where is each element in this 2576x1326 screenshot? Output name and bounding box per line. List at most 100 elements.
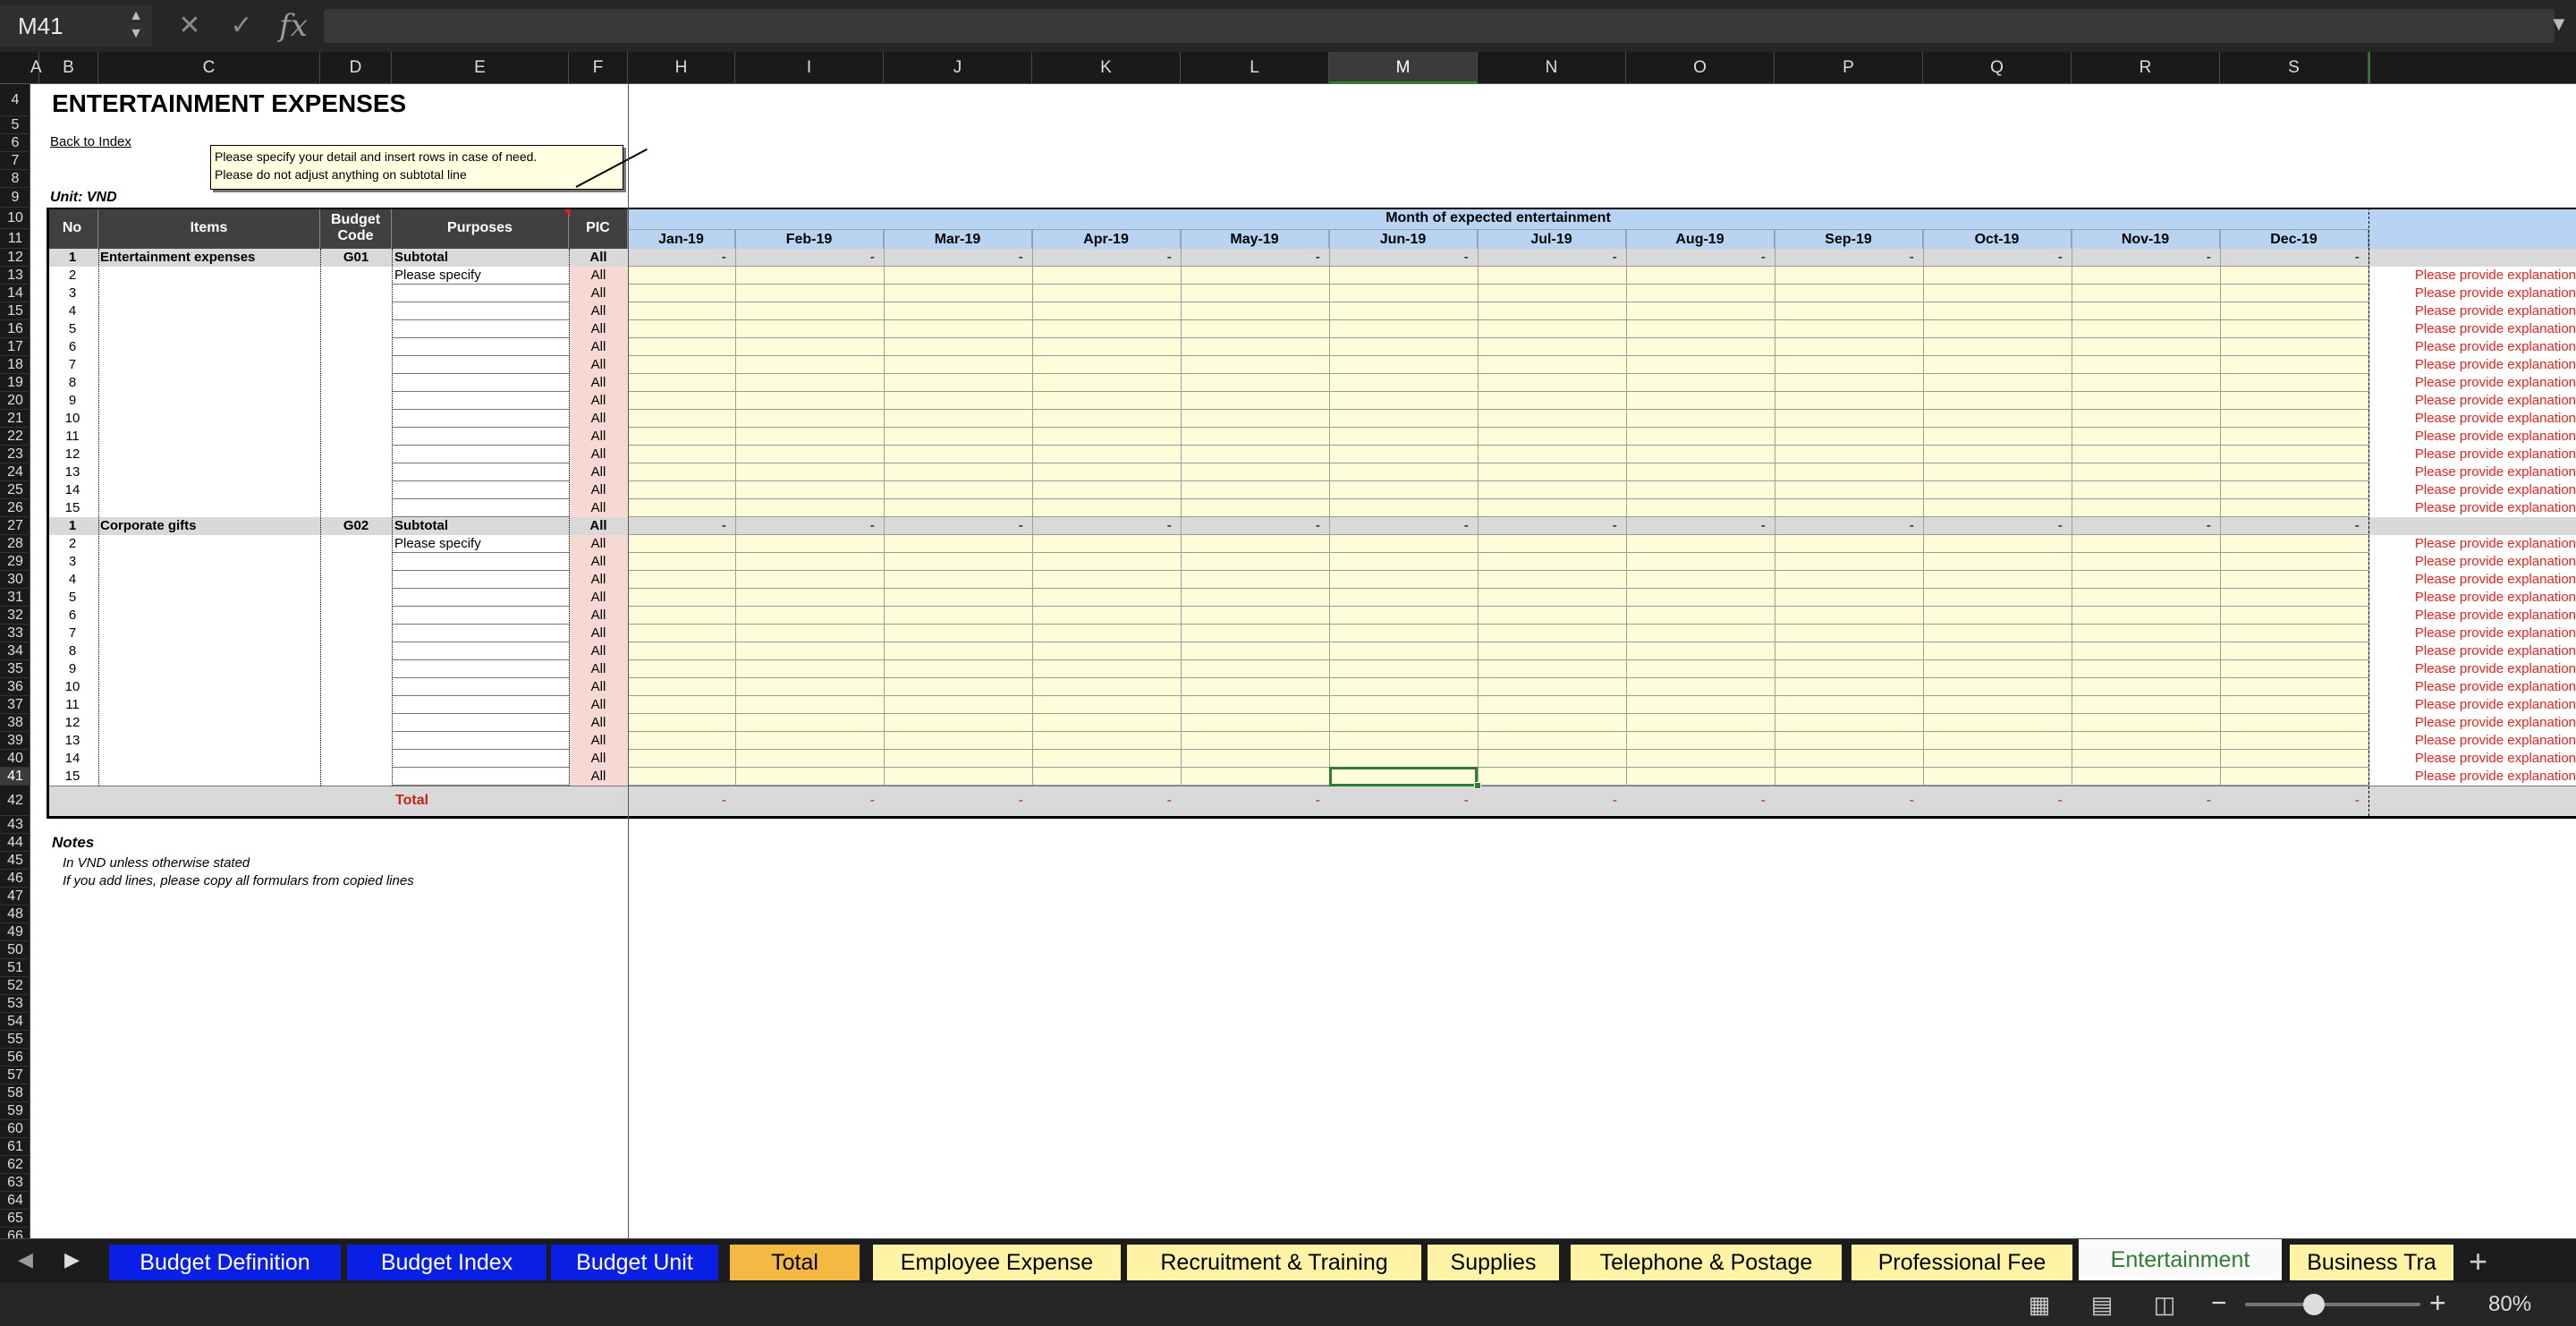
row-header-41[interactable]: 41	[0, 768, 30, 786]
pic-cell[interactable]: All	[569, 732, 628, 750]
pic-cell[interactable]: All	[569, 285, 628, 302]
row-header-51[interactable]: 51	[0, 959, 30, 977]
column-header-f[interactable]: F	[569, 52, 628, 84]
scroll-left-icon[interactable]: ◀	[18, 1248, 33, 1271]
pic-cell[interactable]: All	[569, 589, 628, 607]
row-header-15[interactable]: 15	[0, 302, 30, 320]
zoom-level[interactable]: 80%	[2488, 1292, 2531, 1317]
row-header-18[interactable]: 18	[0, 356, 30, 374]
pic-cell[interactable]: All	[569, 535, 628, 553]
pic-cell[interactable]: All	[569, 320, 628, 338]
row-header-42[interactable]: 42	[0, 786, 30, 816]
chevron-down-icon[interactable]: ▼	[2549, 13, 2569, 36]
page-break-preview-icon[interactable]: ◫	[2143, 1288, 2186, 1321]
pic-cell[interactable]: All	[569, 553, 628, 571]
fill-handle[interactable]	[1474, 782, 1481, 789]
row-header-36[interactable]: 36	[0, 678, 30, 696]
pic-cell[interactable]: All	[569, 356, 628, 374]
back-to-index-link[interactable]: Back to Index	[50, 134, 131, 149]
row-header-5[interactable]: 5	[0, 116, 30, 134]
zoom-out-button[interactable]: −	[2211, 1288, 2227, 1319]
row-header-49[interactable]: 49	[0, 923, 30, 941]
sheet-tab-budget-index[interactable]: Budget Index	[347, 1245, 547, 1280]
sheet-tab-total[interactable]: Total	[730, 1245, 860, 1280]
row-header-33[interactable]: 33	[0, 625, 30, 642]
column-header-c[interactable]: C	[98, 52, 320, 84]
row-header-57[interactable]: 57	[0, 1067, 30, 1084]
pic-cell[interactable]: All	[569, 499, 628, 517]
pic-cell[interactable]: All	[569, 481, 628, 499]
row-header-8[interactable]: 8	[0, 170, 30, 188]
row-header-7[interactable]: 7	[0, 152, 30, 170]
pic-cell[interactable]: All	[569, 768, 628, 786]
purpose-cell[interactable]: Please specify	[394, 267, 564, 285]
row-header-59[interactable]: 59	[0, 1102, 30, 1120]
column-header-h[interactable]: H	[628, 52, 735, 84]
row-header-12[interactable]: 12	[0, 249, 30, 267]
row-header-16[interactable]: 16	[0, 320, 30, 338]
row-header-31[interactable]: 31	[0, 589, 30, 607]
row-header-11[interactable]: 11	[0, 229, 30, 249]
column-header-n[interactable]: N	[1478, 52, 1626, 84]
insert-function-icon[interactable]: fx	[274, 9, 313, 43]
formula-input[interactable]	[324, 9, 2555, 43]
row-header-24[interactable]: 24	[0, 463, 30, 481]
row-header-35[interactable]: 35	[0, 660, 30, 678]
row-header-54[interactable]: 54	[0, 1013, 30, 1031]
add-sheet-button[interactable]: +	[2469, 1243, 2487, 1280]
column-header-j[interactable]: J	[884, 52, 1032, 84]
row-header-63[interactable]: 63	[0, 1174, 30, 1192]
pic-cell[interactable]: All	[569, 374, 628, 392]
sheet-tab-supplies[interactable]: Supplies	[1428, 1245, 1560, 1280]
zoom-slider-thumb[interactable]	[2303, 1294, 2325, 1315]
row-header-62[interactable]: 62	[0, 1156, 30, 1174]
column-header-r[interactable]: R	[2072, 52, 2220, 84]
pic-cell[interactable]: All	[569, 428, 628, 446]
row-header-13[interactable]: 13	[0, 267, 30, 285]
pic-cell[interactable]: All	[569, 696, 628, 714]
row-header-25[interactable]: 25	[0, 481, 30, 499]
pic-cell[interactable]: All	[569, 678, 628, 696]
row-header-30[interactable]: 30	[0, 571, 30, 589]
row-header-20[interactable]: 20	[0, 392, 30, 410]
pic-cell[interactable]: All	[569, 660, 628, 678]
row-header-26[interactable]: 26	[0, 499, 30, 517]
row-header-58[interactable]: 58	[0, 1084, 30, 1102]
sheet-tab-budget-unit[interactable]: Budget Unit	[551, 1245, 719, 1280]
row-header-19[interactable]: 19	[0, 374, 30, 392]
row-header-14[interactable]: 14	[0, 285, 30, 302]
worksheet-grid[interactable]: ENTERTAINMENT EXPENSES Back to Index Ple…	[30, 84, 2576, 1238]
row-header-40[interactable]: 40	[0, 750, 30, 768]
column-header-a[interactable]: A	[30, 52, 42, 84]
row-header-17[interactable]: 17	[0, 338, 30, 356]
row-header-21[interactable]: 21	[0, 410, 30, 428]
column-header-k[interactable]: K	[1032, 52, 1181, 84]
row-header-4[interactable]: 4	[0, 84, 30, 116]
row-header-37[interactable]: 37	[0, 696, 30, 714]
sheet-tab-business-tra[interactable]: Business Tra	[2290, 1245, 2454, 1280]
row-header-29[interactable]: 29	[0, 553, 30, 571]
row-header-47[interactable]: 47	[0, 888, 30, 905]
row-header-38[interactable]: 38	[0, 714, 30, 732]
pic-cell[interactable]: All	[569, 410, 628, 428]
row-header-34[interactable]: 34	[0, 642, 30, 660]
sheet-tab-recruitment-training[interactable]: Recruitment & Training	[1127, 1245, 1422, 1280]
row-header-32[interactable]: 32	[0, 607, 30, 625]
pic-cell[interactable]: All	[569, 463, 628, 481]
pic-cell[interactable]: All	[569, 249, 628, 267]
column-header-l[interactable]: L	[1181, 52, 1329, 84]
row-header-50[interactable]: 50	[0, 941, 30, 959]
pic-cell[interactable]: All	[569, 571, 628, 589]
row-header-48[interactable]: 48	[0, 905, 30, 923]
pic-cell[interactable]: All	[569, 446, 628, 463]
row-header-55[interactable]: 55	[0, 1031, 30, 1049]
row-header-61[interactable]: 61	[0, 1138, 30, 1156]
sheet-tab-telephone-postage[interactable]: Telephone & Postage	[1571, 1245, 1843, 1280]
column-header-s[interactable]: S	[2220, 52, 2368, 84]
sheet-tab-professional-fee[interactable]: Professional Fee	[1852, 1245, 2073, 1280]
row-header-56[interactable]: 56	[0, 1049, 30, 1067]
sheet-tab-budget-definition[interactable]: Budget Definition	[109, 1245, 342, 1280]
pic-cell[interactable]: All	[569, 714, 628, 732]
row-header-28[interactable]: 28	[0, 535, 30, 553]
column-header-p[interactable]: P	[1775, 52, 1923, 84]
